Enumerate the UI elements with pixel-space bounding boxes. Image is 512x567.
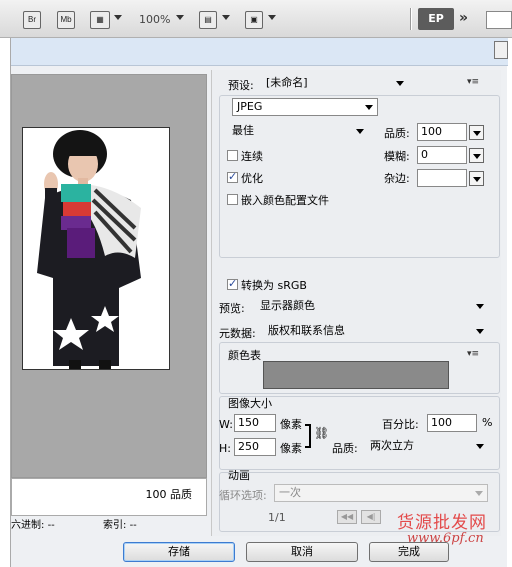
- matte-label: 杂边:: [384, 172, 410, 185]
- percent-input[interactable]: 100: [427, 414, 477, 432]
- width-unit: 像素: [280, 418, 302, 431]
- application-bar: Br Mb ▦ 100% ▤ ▣ EP »: [0, 0, 512, 38]
- optimization-settings-panel: 预设: [未命名] ▾≡ JPEG 最佳 品质: 100 连续 模糊: 0 优化…: [211, 70, 501, 536]
- preview-select[interactable]: 显示器颜色: [256, 298, 488, 316]
- embed-profile-label: 嵌入颜色配置文件: [241, 194, 329, 207]
- chevron-down-icon: [365, 105, 373, 110]
- save-for-web-dialog: 100 品质 六进制: -- 索引: -- 预设: [未命名] ▾≡ JPEG …: [10, 38, 508, 567]
- optimized-checkbox[interactable]: [227, 170, 238, 183]
- color-table-label: 颜色表: [228, 349, 261, 362]
- metadata-select[interactable]: 版权和联系信息: [264, 323, 488, 341]
- preview-label: 预览:: [219, 302, 245, 315]
- quality-level-select[interactable]: 最佳: [228, 123, 368, 141]
- zoom-level[interactable]: 100%: [139, 13, 170, 26]
- loop-value: 一次: [279, 486, 301, 499]
- arrange-documents-icon[interactable]: ▤: [199, 11, 217, 29]
- height-label: H:: [219, 442, 231, 455]
- cancel-button[interactable]: 取消: [246, 542, 358, 562]
- index-label: 索引:: [103, 520, 127, 531]
- chevron-down-icon: [475, 491, 483, 496]
- preset-select[interactable]: [未命名]: [262, 75, 408, 93]
- workspace-essentials-button[interactable]: EP: [418, 8, 454, 30]
- hex-value: --: [47, 520, 55, 531]
- percent-label: 百分比:: [382, 418, 419, 431]
- first-frame-icon[interactable]: ◀◀: [337, 510, 357, 524]
- matte-input[interactable]: [417, 169, 467, 187]
- preset-label: 预设:: [228, 79, 254, 92]
- image-size-label: 图像大小: [228, 397, 272, 410]
- chevron-down-icon: [476, 444, 484, 449]
- constrain-bracket: [305, 424, 311, 448]
- resample-select[interactable]: 两次立方: [366, 438, 488, 456]
- view-extras-icon[interactable]: ▦: [90, 11, 110, 29]
- width-input[interactable]: 150: [234, 414, 276, 432]
- metadata-value: 版权和联系信息: [268, 324, 345, 337]
- percent-unit: %: [482, 416, 493, 429]
- color-table-menu-icon[interactable]: ▾≡: [467, 349, 479, 359]
- dialog-titlebar: [11, 38, 508, 66]
- blur-label: 模糊:: [384, 150, 410, 163]
- divider: [410, 8, 412, 30]
- quality-level-value: 最佳: [232, 124, 254, 137]
- more-workspaces-icon[interactable]: »: [459, 10, 468, 26]
- screen-mode-icon[interactable]: ▣: [245, 11, 263, 29]
- mini-bridge-button[interactable]: Mb: [57, 11, 75, 29]
- image-preview-pane[interactable]: [11, 74, 207, 478]
- chevron-down-icon: [476, 329, 484, 334]
- link-icon[interactable]: ⛓: [314, 426, 329, 440]
- preview-quality-readout: 100 品质: [11, 478, 207, 516]
- chevron-down-icon[interactable]: [268, 15, 276, 20]
- chevron-down-icon: [476, 304, 484, 309]
- matte-dropdown-icon[interactable]: [469, 171, 484, 186]
- preset-menu-icon[interactable]: ▾≡: [467, 77, 479, 87]
- chevron-down-icon: [356, 129, 364, 134]
- index-value: --: [129, 520, 137, 531]
- optimized-label: 优化: [241, 172, 263, 185]
- chevron-down-icon[interactable]: [176, 15, 184, 20]
- progressive-checkbox[interactable]: [227, 150, 238, 161]
- quality-dropdown-icon[interactable]: [469, 125, 484, 140]
- height-unit: 像素: [280, 442, 302, 455]
- done-button[interactable]: 完成: [369, 542, 449, 562]
- chevron-down-icon[interactable]: [114, 15, 122, 20]
- preview-photo: [22, 127, 170, 370]
- close-icon[interactable]: [494, 41, 508, 59]
- progressive-label: 连续: [241, 150, 263, 163]
- chevron-down-icon: [396, 81, 404, 86]
- quality-label: 品质:: [384, 127, 410, 140]
- resample-value: 两次立方: [370, 439, 414, 452]
- loop-label: 循环选项:: [219, 489, 267, 502]
- file-format-value: JPEG: [237, 100, 263, 113]
- width-label: W:: [219, 418, 233, 431]
- quality-input[interactable]: 100: [417, 123, 467, 141]
- convert-srgb-label: 转换为 sRGB: [241, 279, 307, 292]
- preset-value: [未命名]: [266, 76, 308, 89]
- chevron-down-icon[interactable]: [222, 15, 230, 20]
- metadata-label: 元数据:: [219, 327, 256, 340]
- blur-dropdown-icon[interactable]: [469, 148, 484, 163]
- preview-value: 显示器颜色: [260, 299, 315, 312]
- model-photo: [23, 128, 169, 369]
- color-table-swatch: [263, 361, 449, 389]
- save-button[interactable]: 存储: [123, 542, 235, 562]
- animation-label: 动画: [228, 469, 250, 482]
- search-field[interactable]: [486, 11, 512, 29]
- file-format-select[interactable]: JPEG: [232, 98, 378, 116]
- loop-select[interactable]: 一次: [274, 484, 488, 502]
- frame-counter: 1/1: [268, 511, 286, 524]
- embed-profile-checkbox[interactable]: [227, 194, 238, 205]
- previous-frame-icon[interactable]: ◀|: [361, 510, 381, 524]
- resample-label: 品质:: [332, 442, 358, 455]
- bridge-button[interactable]: Br: [23, 11, 41, 29]
- preview-quality-text: 100 品质: [145, 488, 193, 501]
- blur-input[interactable]: 0: [417, 146, 467, 164]
- convert-srgb-checkbox[interactable]: [227, 277, 238, 290]
- height-input[interactable]: 250: [234, 438, 276, 456]
- hex-label: 六进制:: [11, 520, 45, 531]
- color-status-line: 六进制: -- 索引: --: [11, 516, 207, 532]
